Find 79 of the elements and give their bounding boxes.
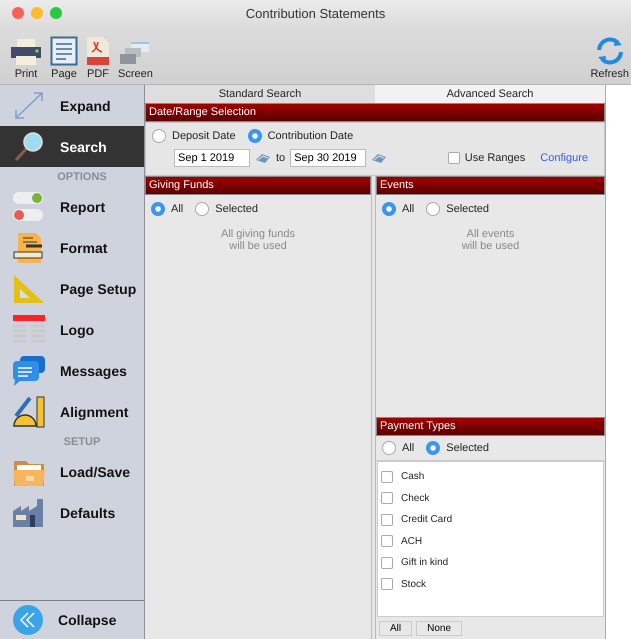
- triangle-ruler-icon: [12, 272, 46, 304]
- double-chevron-icon: [12, 604, 44, 636]
- section-header: Date/Range Selection: [145, 103, 605, 122]
- radio-label: Selected: [446, 203, 490, 215]
- checkbox-label: ACH: [401, 536, 422, 547]
- sidebar-item[interactable]: Messages: [0, 350, 144, 391]
- checkbox[interactable]: [381, 492, 393, 504]
- sidebar-item[interactable]: Alignment: [0, 391, 144, 432]
- minimize-icon[interactable]: [31, 7, 43, 19]
- checkbox-label: Check: [401, 492, 430, 504]
- radio-label: Selected: [446, 442, 490, 454]
- select-button[interactable]: All: [379, 621, 412, 636]
- radio-button[interactable]: [426, 441, 440, 455]
- radio-button[interactable]: [195, 202, 210, 216]
- section-header: Payment Types: [376, 417, 605, 436]
- checkbox[interactable]: [381, 556, 393, 569]
- checkbox[interactable]: [381, 535, 393, 548]
- radio-label: Deposit Date: [172, 130, 236, 142]
- radio-label: Contribution Date: [268, 130, 354, 142]
- radio-label: All: [402, 203, 414, 215]
- checkbox[interactable]: [381, 578, 393, 590]
- sidebar-item[interactable]: Page Setup: [0, 268, 144, 309]
- radio-button[interactable]: [248, 129, 262, 143]
- toolbar-button[interactable]: Print: [8, 38, 44, 80]
- date-field[interactable]: Sep 1 2019: [174, 149, 250, 167]
- checkbox-label: Gift in kind: [401, 557, 448, 568]
- radio-button[interactable]: [426, 202, 440, 216]
- sidebar-item[interactable]: Load/Save: [0, 451, 144, 492]
- select-button[interactable]: None: [416, 621, 462, 636]
- chat-bubbles-icon: [12, 354, 46, 386]
- toolbar-button[interactable]: Screen: [116, 40, 155, 80]
- radio-button[interactable]: [382, 202, 396, 216]
- close-icon[interactable]: [12, 7, 24, 19]
- info-text: All events will be used: [460, 228, 520, 254]
- collapse-button[interactable]: Collapse: [0, 600, 144, 639]
- calendar-icon[interactable]: [371, 152, 388, 164]
- window-title: Contribution Statements: [246, 6, 386, 20]
- checkbox[interactable]: [381, 514, 393, 526]
- toolbar-button[interactable]: Page: [48, 36, 80, 80]
- zoom-icon[interactable]: [50, 7, 62, 19]
- checkbox-label: Stock: [401, 578, 426, 590]
- tab[interactable]: Advanced Search: [375, 85, 605, 103]
- pdf-icon: [86, 36, 110, 66]
- logo-layout-icon: [12, 314, 46, 346]
- radio-button[interactable]: [382, 441, 396, 455]
- date-field[interactable]: Sep 30 2019: [290, 149, 366, 167]
- windows-icon: [119, 40, 152, 66]
- section-heading: OPTIONS: [56, 170, 108, 185]
- tab[interactable]: Standard Search: [145, 85, 375, 103]
- radio-label: Selected: [215, 203, 258, 215]
- printer-icon: [10, 38, 42, 66]
- radio-label: All: [402, 442, 414, 454]
- info-text: All giving funds will be used: [220, 228, 296, 252]
- checkbox-label: Cash: [401, 471, 424, 482]
- ruler-protractor-icon: [12, 396, 46, 428]
- page-icon: [50, 36, 78, 66]
- checkbox[interactable]: [381, 470, 393, 483]
- checkbox-label: Use Ranges: [464, 152, 526, 164]
- configure-link[interactable]: Configure: [540, 152, 588, 164]
- refresh-button[interactable]: Refresh: [588, 36, 631, 80]
- sidebar-item[interactable]: Format: [0, 227, 144, 268]
- toggle-switches-icon: [12, 190, 46, 222]
- radio-label: All: [171, 203, 184, 215]
- checkbox-label: Credit Card: [401, 514, 452, 526]
- sidebar-item[interactable]: Search: [0, 126, 144, 167]
- section-header: Giving Funds: [145, 176, 371, 195]
- sidebar-item[interactable]: Expand: [0, 85, 144, 126]
- section-header: Events: [376, 176, 605, 195]
- sidebar-item[interactable]: Defaults: [0, 492, 144, 533]
- sidebar-item[interactable]: Logo: [0, 309, 144, 350]
- calendar-icon[interactable]: [255, 152, 271, 164]
- radio-button[interactable]: [152, 129, 166, 143]
- factory-icon: [12, 496, 46, 528]
- sidebar-item[interactable]: Report: [0, 186, 144, 227]
- to-label: to: [276, 152, 286, 164]
- checkbox[interactable]: [448, 152, 460, 164]
- toolbar-button[interactable]: PDF: [84, 36, 112, 80]
- section-heading: SETUP: [62, 435, 102, 450]
- radio-button[interactable]: [151, 202, 165, 216]
